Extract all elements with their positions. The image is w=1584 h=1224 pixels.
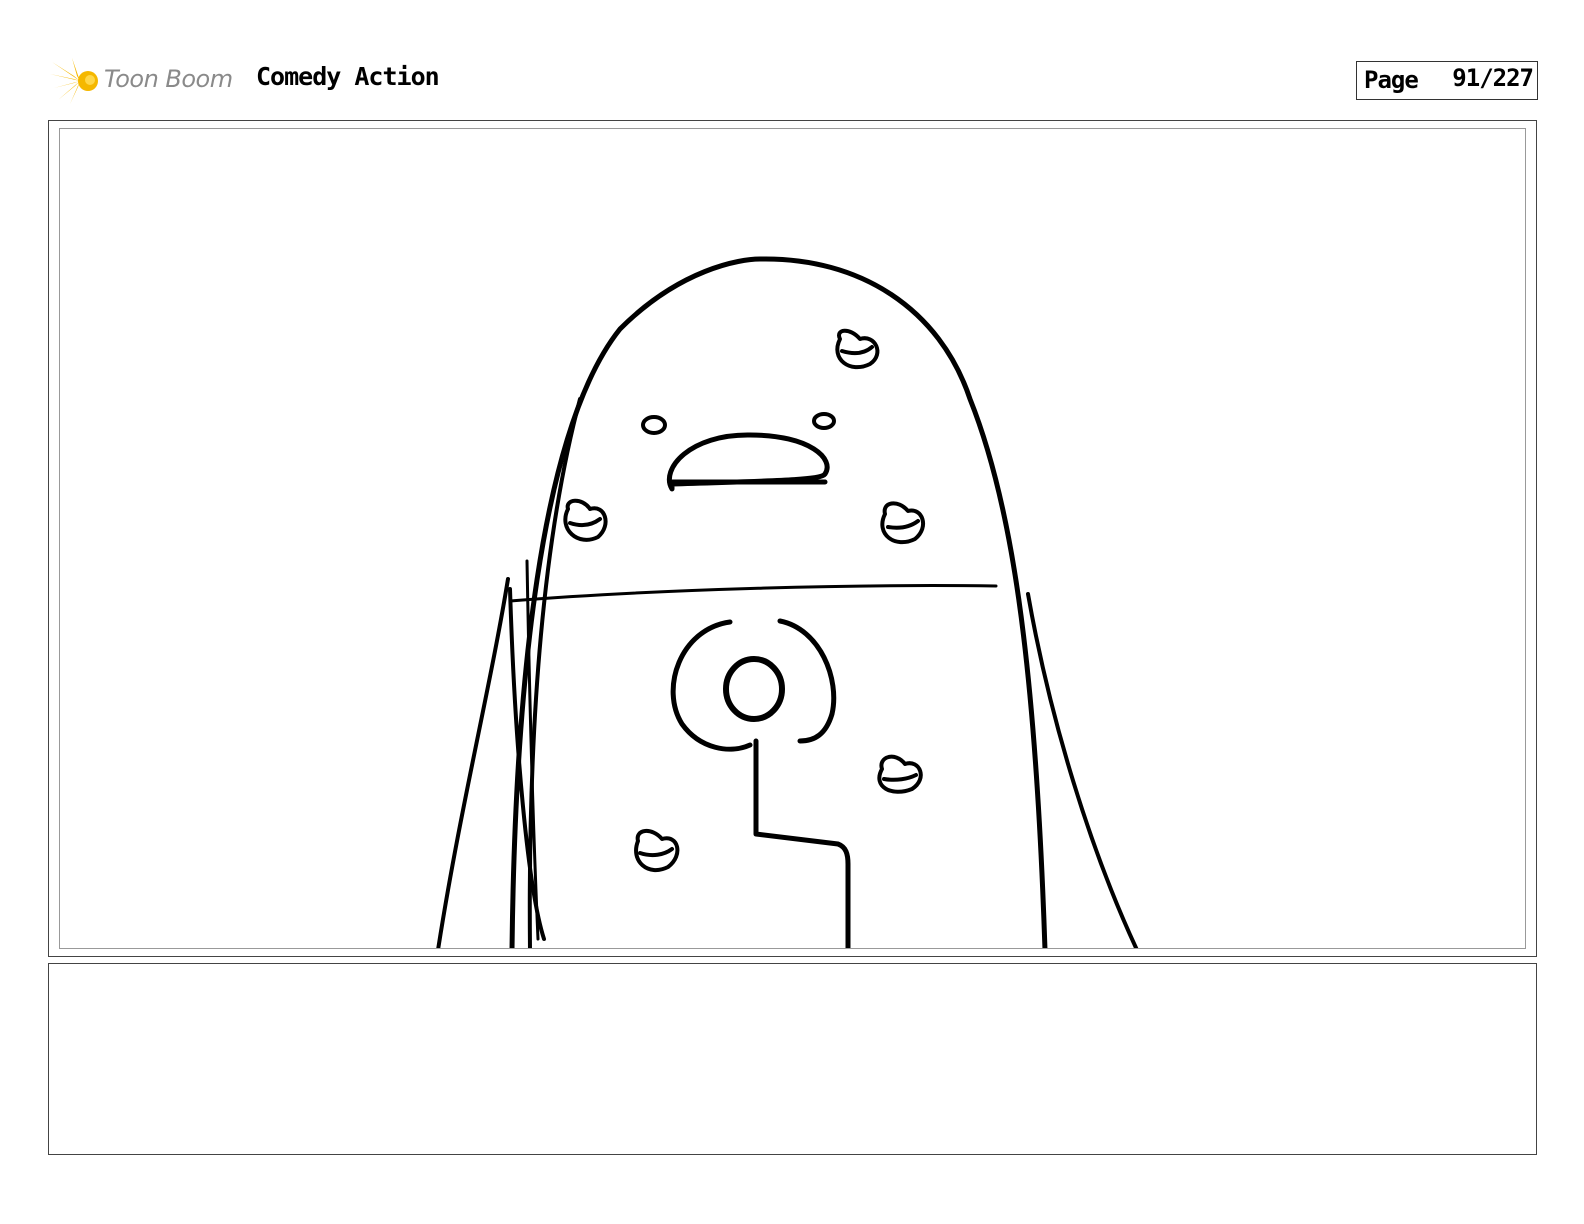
spot-3: [880, 501, 926, 545]
collar-line: [508, 584, 998, 603]
spot-2: [563, 498, 608, 542]
eye-right: [812, 412, 836, 430]
toon-boom-logo: Toon Boom: [50, 56, 240, 106]
storyboard-panel: [48, 120, 1537, 957]
chest-cord: [753, 738, 851, 948]
chest-ring: [723, 656, 785, 722]
chest-swirl-left: [670, 619, 753, 752]
hair-left-outer: [436, 577, 510, 948]
body-outline: [509, 256, 1048, 948]
spot-5: [634, 829, 680, 873]
logo-text: Toon Boom: [104, 65, 233, 93]
panel-notes-box: [48, 963, 1537, 1155]
starburst-icon: [50, 58, 98, 104]
panel-drawing-area: [59, 128, 1526, 949]
project-title: Comedy Action: [256, 62, 440, 91]
character-sketch: [436, 256, 1139, 948]
chest-swirl-right: [777, 618, 837, 744]
page-indicator: Page 91/227: [1356, 61, 1538, 100]
page-number: 91/227: [1452, 64, 1534, 92]
spot-1: [835, 328, 880, 370]
spot-4: [877, 754, 923, 794]
page-label: Page: [1364, 66, 1419, 94]
eye-left: [641, 415, 667, 435]
